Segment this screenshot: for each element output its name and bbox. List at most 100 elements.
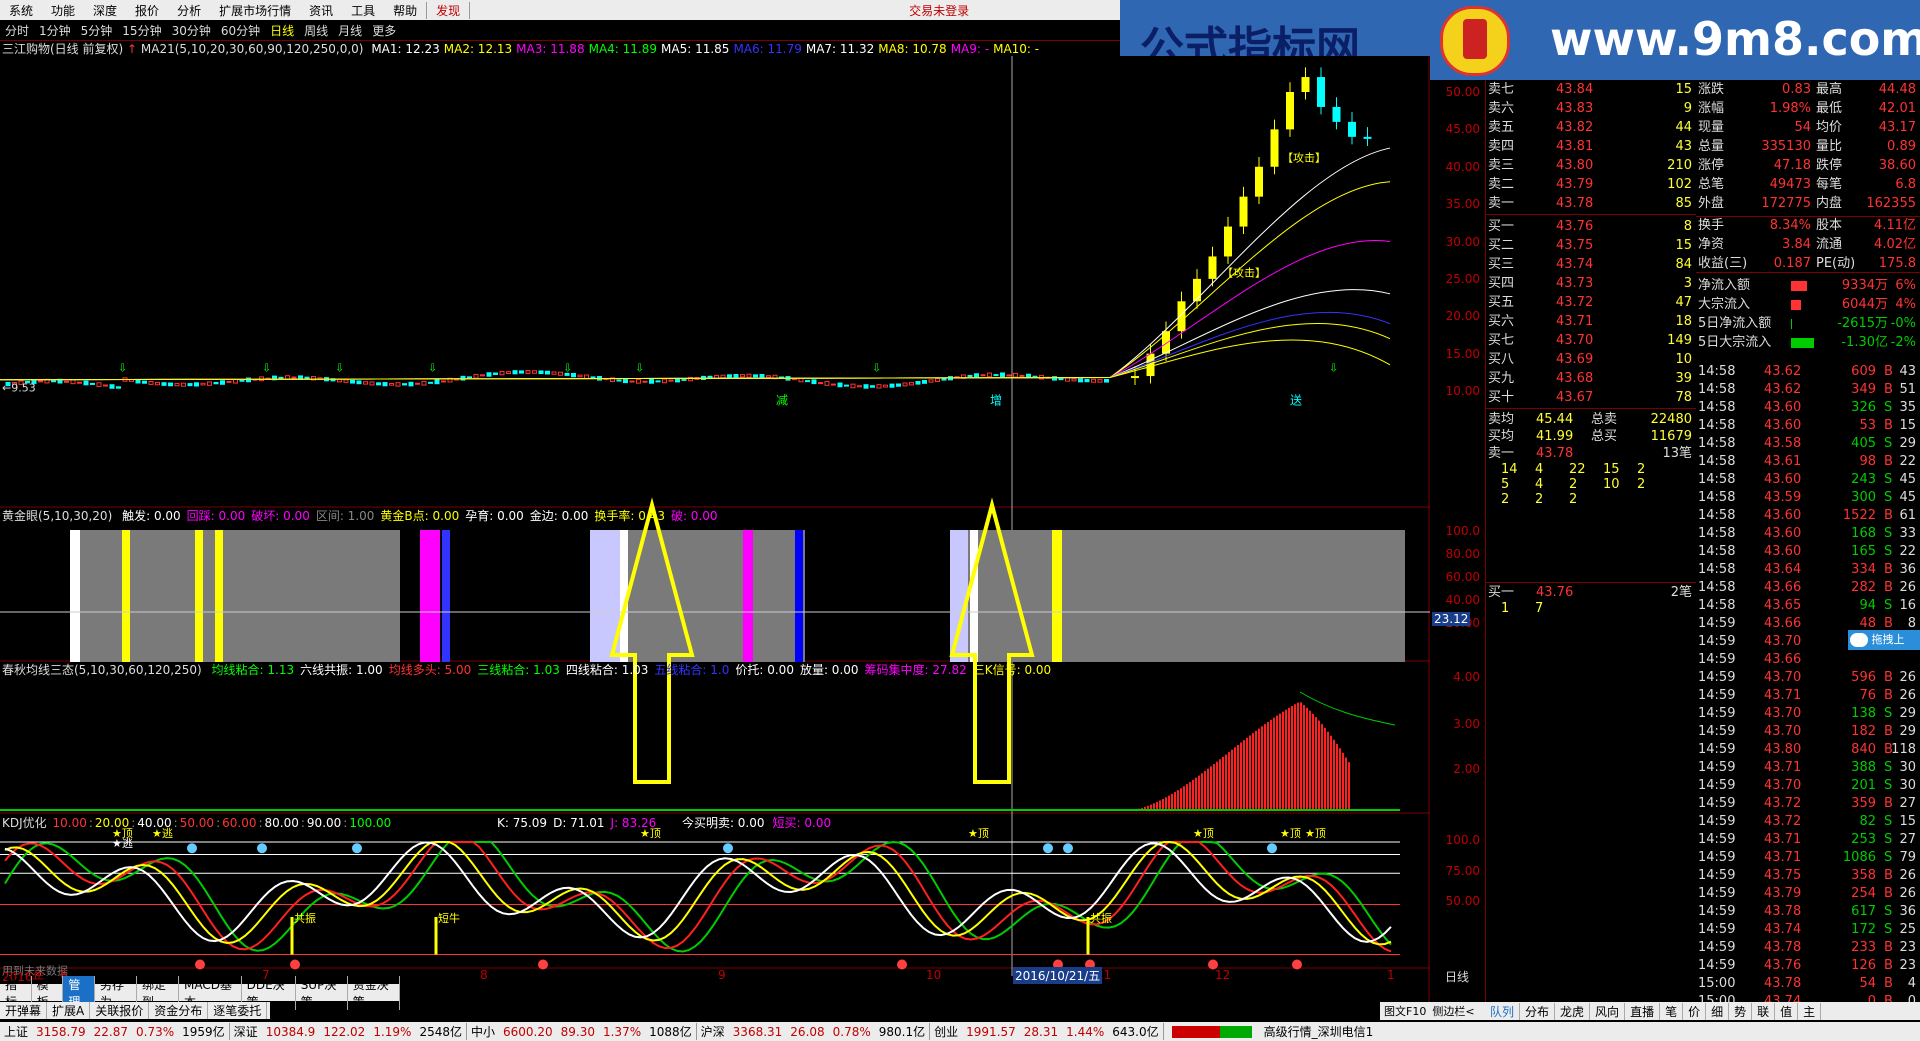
tick-price: 43.58: [1764, 436, 1802, 451]
index-name[interactable]: 深证: [230, 1023, 262, 1040]
index-name[interactable]: 创业: [930, 1023, 962, 1040]
bid-volume: 18: [1675, 314, 1692, 329]
tick-side: B: [1884, 364, 1893, 379]
extension-tab[interactable]: 开弹幕: [0, 1002, 48, 1019]
menu-item[interactable]: 帮助: [384, 2, 426, 19]
f10-button[interactable]: 图文F10: [1380, 1003, 1430, 1019]
discover-button[interactable]: 发现: [426, 1, 471, 19]
right-tab[interactable]: 队列: [1485, 1002, 1521, 1020]
period-tab[interactable]: 日线: [265, 22, 299, 39]
ask-row[interactable]: 卖一 43.78 85: [1486, 194, 1696, 213]
extension-tab[interactable]: 逐笔委托: [208, 1002, 268, 1019]
candle: [1084, 378, 1090, 383]
period-tab[interactable]: 1分钟: [34, 22, 76, 39]
drag-popup[interactable]: 拖拽上: [1848, 630, 1920, 650]
sidebar-toggle[interactable]: 侧边栏<: [1430, 1003, 1476, 1019]
ask-row[interactable]: 卖三 43.80 210: [1486, 156, 1696, 175]
menu-item[interactable]: 资讯: [300, 2, 342, 19]
bid-row[interactable]: 买三 43.74 84: [1486, 255, 1696, 274]
period-tab[interactable]: 60分钟: [216, 22, 265, 39]
flow-percent: -2%: [1890, 335, 1916, 350]
bid-row[interactable]: 买五 43.72 47: [1486, 293, 1696, 312]
indicator-tab[interactable]: SUP决策: [296, 975, 348, 1010]
index-percent: 1.44%: [1066, 1024, 1105, 1039]
candle: [1239, 196, 1248, 227]
extension-tab[interactable]: 资金分布: [149, 1002, 209, 1019]
extension-tab[interactable]: 关联报价: [90, 1002, 150, 1019]
bid-row[interactable]: 买四 43.73 3: [1486, 274, 1696, 293]
bid-row[interactable]: 买六 43.71 18: [1486, 312, 1696, 331]
tick-row: 14:59 43.78 617 S 36: [1696, 903, 1920, 921]
right-tab[interactable]: 直播: [1625, 1002, 1661, 1020]
ask-row[interactable]: 卖七 43.84 15: [1486, 80, 1696, 99]
tick-volume: 243: [1851, 472, 1876, 487]
ask-row[interactable]: 卖五 43.82 44: [1486, 118, 1696, 137]
index-name[interactable]: 沪深: [697, 1023, 729, 1040]
menu-item[interactable]: 分析: [168, 2, 210, 19]
candle: [818, 382, 823, 385]
bid-row[interactable]: 买二 43.75 15: [1486, 236, 1696, 255]
right-tab[interactable]: 势: [1729, 1002, 1753, 1020]
menu-item[interactable]: 工具: [342, 2, 384, 19]
right-tab[interactable]: 值: [1775, 1002, 1799, 1020]
trade-status[interactable]: 交易未登录: [900, 2, 978, 19]
queue-volume: 2: [1569, 492, 1578, 507]
period-tab[interactable]: 30分钟: [167, 22, 216, 39]
tick-side: B: [1884, 688, 1893, 703]
bid-row[interactable]: 买九 43.68 39: [1486, 369, 1696, 388]
candle: [1104, 378, 1109, 383]
period-tab[interactable]: 月线: [333, 22, 367, 39]
extension-tab[interactable]: 扩展A: [47, 1002, 91, 1019]
cursor-date: 2016/10/21/五: [1013, 967, 1103, 984]
indicator-field: 金边: 0.00: [529, 509, 589, 523]
tick-row: 14:59 43.66: [1696, 651, 1920, 669]
menu-item[interactable]: 系统: [0, 2, 42, 19]
right-tab[interactable]: 价: [1683, 1002, 1707, 1020]
period-tab[interactable]: 更多: [367, 22, 401, 39]
separator: :: [343, 816, 348, 830]
bid-row[interactable]: 买七 43.70 149: [1486, 331, 1696, 350]
menu-item[interactable]: 功能: [42, 2, 84, 19]
tick-volume: 1522: [1842, 508, 1876, 523]
period-tab[interactable]: 15分钟: [117, 22, 166, 39]
candle: [1301, 77, 1310, 92]
indicator-tab[interactable]: 资金决策: [348, 975, 400, 1010]
right-tab[interactable]: 细: [1706, 1002, 1730, 1020]
candle: [837, 382, 843, 388]
tick-side: B: [1884, 940, 1893, 955]
tick-count: 36: [1899, 904, 1916, 919]
chart-area[interactable]: 【攻击】【攻击】←9.53减增送⇩ ⇩ ⇩ ⇩ ⇩ ⇩ ⇩ ⇩★顶 ★逃 ★顶 ★顶 ★顶 ★顶 ★顶★逃…: [0, 56, 1430, 1006]
right-tab[interactable]: 风向: [1590, 1002, 1626, 1020]
queue-volume: 2: [1637, 462, 1646, 477]
signal-dot: [290, 959, 300, 970]
right-tab[interactable]: 联: [1752, 1002, 1776, 1020]
bid-row[interactable]: 买八 43.69 10: [1486, 350, 1696, 369]
feed-name[interactable]: 高级行情_深圳电信1: [1260, 1023, 1378, 1040]
menu-item[interactable]: 扩展市场行情: [210, 2, 300, 19]
index-name[interactable]: 中小: [467, 1023, 499, 1040]
flow-bar: [1791, 300, 1801, 310]
ask-row[interactable]: 卖四 43.81 43: [1486, 137, 1696, 156]
kdj-level: 40.00: [137, 816, 172, 830]
tick-volume: 1086: [1842, 850, 1876, 865]
ask-row[interactable]: 卖六 43.83 9: [1486, 99, 1696, 118]
right-tab[interactable]: 笔: [1660, 1002, 1684, 1020]
stat-value: 0.89: [1887, 139, 1916, 154]
bid-row[interactable]: 买一 43.76 8: [1486, 217, 1696, 236]
period-tab[interactable]: 周线: [299, 22, 333, 39]
bid-row[interactable]: 买十 43.67 78: [1486, 388, 1696, 407]
ask-row[interactable]: 卖二 43.79 102: [1486, 175, 1696, 194]
separator: :: [88, 816, 93, 830]
right-tab[interactable]: 龙虎: [1555, 1002, 1591, 1020]
period-tab[interactable]: 分时: [0, 22, 34, 39]
right-tab[interactable]: 分布: [1520, 1002, 1556, 1020]
period-tab[interactable]: 5分钟: [76, 22, 118, 39]
candle: [194, 382, 199, 387]
indicator-bar: [70, 530, 80, 662]
menu-item[interactable]: 报价: [126, 2, 168, 19]
index-name[interactable]: 上证: [0, 1023, 32, 1040]
tick-volume: 168: [1851, 526, 1876, 541]
menu-item[interactable]: 深度: [84, 2, 126, 19]
indicator-field: 价托: 0.00: [735, 663, 794, 677]
right-tab[interactable]: 主: [1798, 1002, 1822, 1020]
